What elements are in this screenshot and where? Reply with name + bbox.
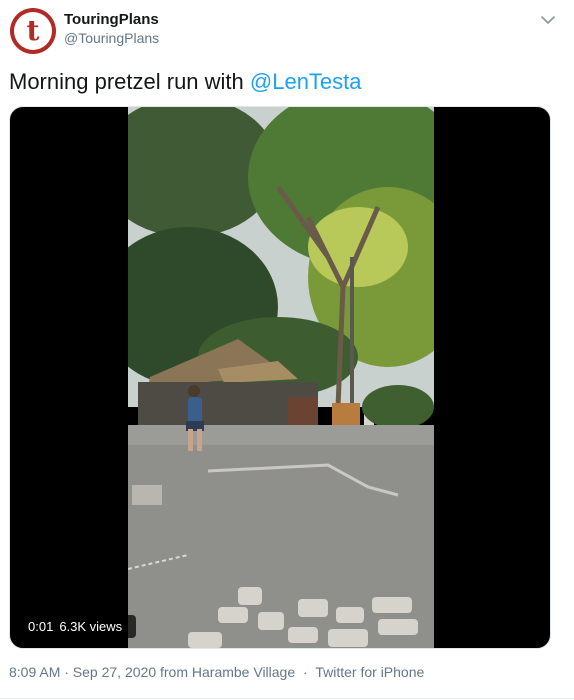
video-overlay: 0:01 6.3K views [20,615,137,638]
tweet-meta: 8:09 AM · Sep 27, 2020 from Harambe Vill… [9,664,424,680]
video-elapsed: 0:01 [28,619,54,634]
avatar[interactable]: t [10,8,56,54]
video-player[interactable]: 0:01 6.3K views [9,106,551,649]
meta-separator: · [303,664,308,680]
user-handle[interactable]: @TouringPlans [64,29,159,48]
touringplans-logo: t [14,12,52,50]
tweet-text-body: Morning pretzel run with [9,69,250,94]
tweet-card: t TouringPlans @TouringPlans Morning pre… [0,0,574,700]
tweet-location[interactable]: from Harambe Village [160,664,295,680]
video-views: 6.3K views [59,619,123,634]
tweet-header: t TouringPlans @TouringPlans [8,6,566,56]
divider [0,698,574,699]
tweet-text: Morning pretzel run with @LenTesta [9,68,362,96]
tweet-source[interactable]: Twitter for iPhone [315,664,424,680]
avatar-letter: t [26,14,40,47]
display-name[interactable]: TouringPlans [64,10,159,29]
chevron-down-icon[interactable] [540,12,556,28]
video-frame[interactable] [128,107,434,649]
mention-link[interactable]: @LenTesta [250,69,362,94]
tweet-timestamp[interactable]: 8:09 AM · Sep 27, 2020 [9,664,156,680]
author-names: TouringPlans @TouringPlans [64,10,159,48]
